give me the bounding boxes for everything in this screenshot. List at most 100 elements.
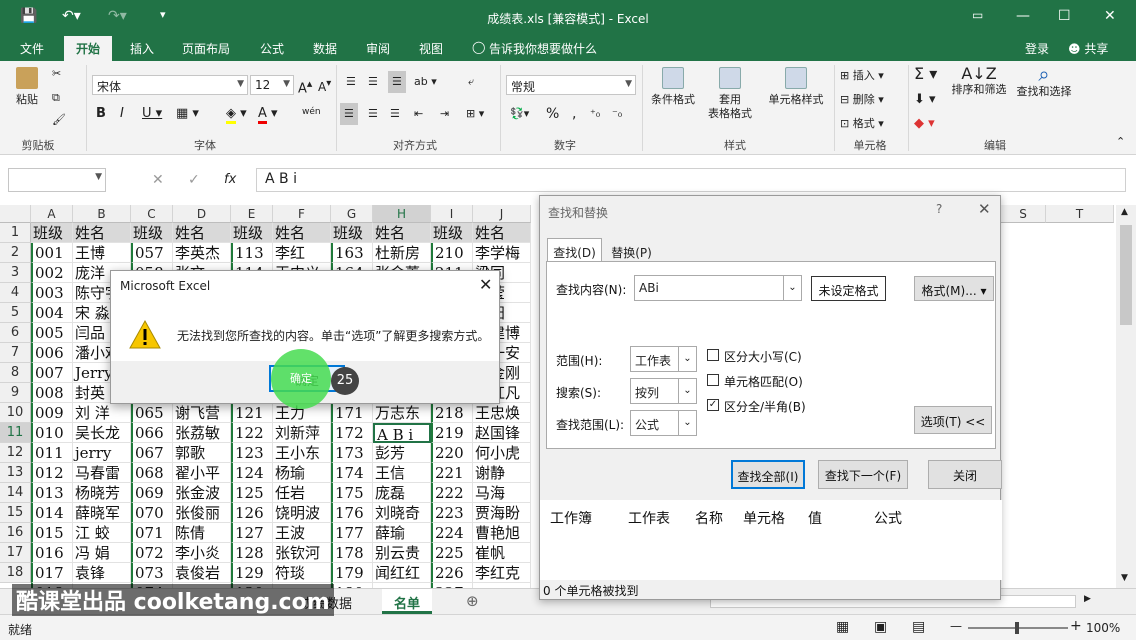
row-header[interactable]: 15 — [0, 503, 31, 523]
column-header[interactable]: C — [131, 205, 173, 223]
zoom-level[interactable]: 100% — [1086, 621, 1120, 635]
format-as-table-button[interactable]: 套用 表格格式 — [700, 67, 760, 121]
table-cell[interactable]: 015 — [31, 523, 73, 543]
table-cell[interactable]: 010 — [31, 423, 73, 443]
row-header[interactable]: 13 — [0, 463, 31, 483]
insert-cells-button[interactable]: ⊞ 插入 ▾ — [840, 69, 884, 83]
align-middle-icon[interactable]: ☰ — [368, 75, 378, 89]
table-cell[interactable]: 072 — [131, 543, 173, 563]
table-cell[interactable]: 翟小平 — [173, 463, 231, 483]
table-cell[interactable]: 171 — [331, 403, 373, 423]
minimize-icon[interactable]: — — [1016, 8, 1030, 24]
table-cell[interactable]: 121 — [231, 403, 273, 423]
table-cell[interactable]: 225 — [431, 543, 473, 563]
table-cell[interactable]: 179 — [331, 563, 373, 583]
table-cell[interactable]: 210 — [431, 243, 473, 263]
table-cell[interactable]: 杨晓芳 — [73, 483, 131, 503]
table-cell[interactable]: 闻红红 — [373, 563, 431, 583]
table-cell[interactable]: 李红克 — [473, 563, 531, 583]
table-cell[interactable]: 别云贵 — [373, 543, 431, 563]
scroll-right-icon[interactable]: ▶ — [1084, 594, 1091, 604]
table-cell[interactable]: 011 — [31, 443, 73, 463]
within-select[interactable]: 工作表 ⌄ — [630, 346, 697, 372]
results-col-formula[interactable]: 公式 — [874, 508, 902, 528]
table-cell[interactable]: 003 — [31, 283, 73, 303]
table-cell[interactable]: 016 — [31, 543, 73, 563]
increase-decimal-icon[interactable]: ⁺₀ — [590, 107, 600, 121]
autosum-icon[interactable]: Σ ▾ — [914, 66, 937, 82]
maximize-icon[interactable]: ☐ — [1058, 8, 1071, 24]
column-header[interactable]: G — [331, 205, 373, 223]
scroll-down-icon[interactable]: ▼ — [1121, 573, 1128, 583]
table-cell[interactable]: 222 — [431, 483, 473, 503]
table-cell[interactable]: 113 — [231, 243, 273, 263]
fill-icon[interactable]: ⬇ ▾ — [914, 93, 936, 107]
table-cell[interactable]: 袁俊岩 — [173, 563, 231, 583]
table-cell[interactable]: 071 — [131, 523, 173, 543]
font-name-combo[interactable]: 宋体 ▼ — [92, 75, 248, 95]
align-top-icon[interactable]: ☰ — [346, 75, 356, 89]
format-painter-icon[interactable]: 🖌 — [52, 113, 66, 127]
ribbon-display-icon[interactable]: ▭ — [972, 8, 983, 22]
align-right-icon[interactable]: ☰ — [390, 107, 400, 121]
sheet-tab-active[interactable]: 名单 — [382, 589, 432, 614]
close-icon[interactable]: ✕ — [978, 200, 991, 218]
help-icon[interactable]: ? — [936, 202, 942, 216]
clear-icon[interactable]: ◆ ▾ — [914, 117, 935, 131]
table-cell[interactable]: 符琰 — [273, 563, 331, 583]
fill-color-icon[interactable]: ◈ ▾ — [226, 106, 247, 124]
table-cell[interactable]: 012 — [31, 463, 73, 483]
column-header[interactable]: D — [173, 205, 231, 223]
row-header[interactable]: 9 — [0, 383, 31, 403]
align-left-icon[interactable]: ☰ — [340, 103, 358, 125]
vertical-scrollbar[interactable]: ▲ ▼ — [1116, 205, 1136, 588]
table-cell[interactable]: 李小炎 — [173, 543, 231, 563]
find-next-button[interactable]: 查找下一个(F) — [818, 460, 908, 489]
tab-replace[interactable]: 替换(P) — [604, 240, 659, 262]
match-width-checkbox[interactable]: ✓ — [707, 399, 719, 411]
select-all-corner[interactable] — [0, 205, 31, 223]
tab-data[interactable]: 数据 — [313, 40, 337, 57]
function-icon[interactable]: fx — [224, 172, 236, 187]
table-cell[interactable]: 郭歌 — [173, 443, 231, 463]
column-header[interactable]: S — [1001, 205, 1046, 223]
table-cell[interactable]: 万志东 — [373, 403, 431, 423]
column-header[interactable]: T — [1046, 205, 1114, 223]
row-header[interactable]: 6 — [0, 323, 31, 343]
align-bottom-icon[interactable]: ☰ — [388, 71, 406, 93]
phonetic-icon[interactable]: wén — [302, 105, 321, 119]
find-all-button[interactable]: 查找全部(I) — [731, 460, 805, 489]
table-cell[interactable]: jerry — [73, 443, 131, 463]
table-cell[interactable]: 067 — [131, 443, 173, 463]
table-cell[interactable]: 马海 — [473, 483, 531, 503]
tab-review[interactable]: 审阅 — [366, 40, 390, 57]
cell-styles-button[interactable]: 单元格样式 — [764, 67, 828, 107]
table-cell[interactable]: 王博 — [73, 243, 131, 263]
table-cell[interactable]: 125 — [231, 483, 273, 503]
zoom-out-icon[interactable]: — — [950, 619, 962, 633]
zoom-slider-thumb[interactable] — [1015, 622, 1019, 634]
merge-center-icon[interactable]: ⊞ ▾ — [466, 107, 484, 121]
tab-insert[interactable]: 插入 — [130, 40, 154, 57]
table-cell[interactable]: 冯 娟 — [73, 543, 131, 563]
tab-home[interactable]: 开始 — [64, 36, 113, 61]
table-cell[interactable]: 163 — [331, 243, 373, 263]
increase-indent-icon[interactable]: ⇥ — [440, 107, 449, 121]
table-cell[interactable]: 李学梅 — [473, 243, 531, 263]
table-cell[interactable]: 004 — [31, 303, 73, 323]
results-col-sheet[interactable]: 工作表 — [628, 508, 670, 528]
table-cell[interactable]: 001 — [31, 243, 73, 263]
table-cell[interactable]: 张荔敏 — [173, 423, 231, 443]
table-cell[interactable]: 任岩 — [273, 483, 331, 503]
tab-view[interactable]: 视图 — [419, 40, 443, 57]
row-header[interactable]: 5 — [0, 303, 31, 323]
table-cell[interactable]: 马春雷 — [73, 463, 131, 483]
table-cell[interactable]: 张钦河 — [273, 543, 331, 563]
close-button[interactable]: 关闭 — [928, 460, 1002, 489]
table-cell[interactable]: 杜新房 — [373, 243, 431, 263]
table-cell[interactable]: 吴长龙 — [73, 423, 131, 443]
column-header[interactable]: E — [231, 205, 273, 223]
enter-icon[interactable]: ✓ — [188, 172, 200, 188]
find-select-button[interactable]: ⌕ 查找和选择 — [1012, 64, 1076, 99]
table-cell[interactable]: 班级 — [31, 223, 73, 243]
